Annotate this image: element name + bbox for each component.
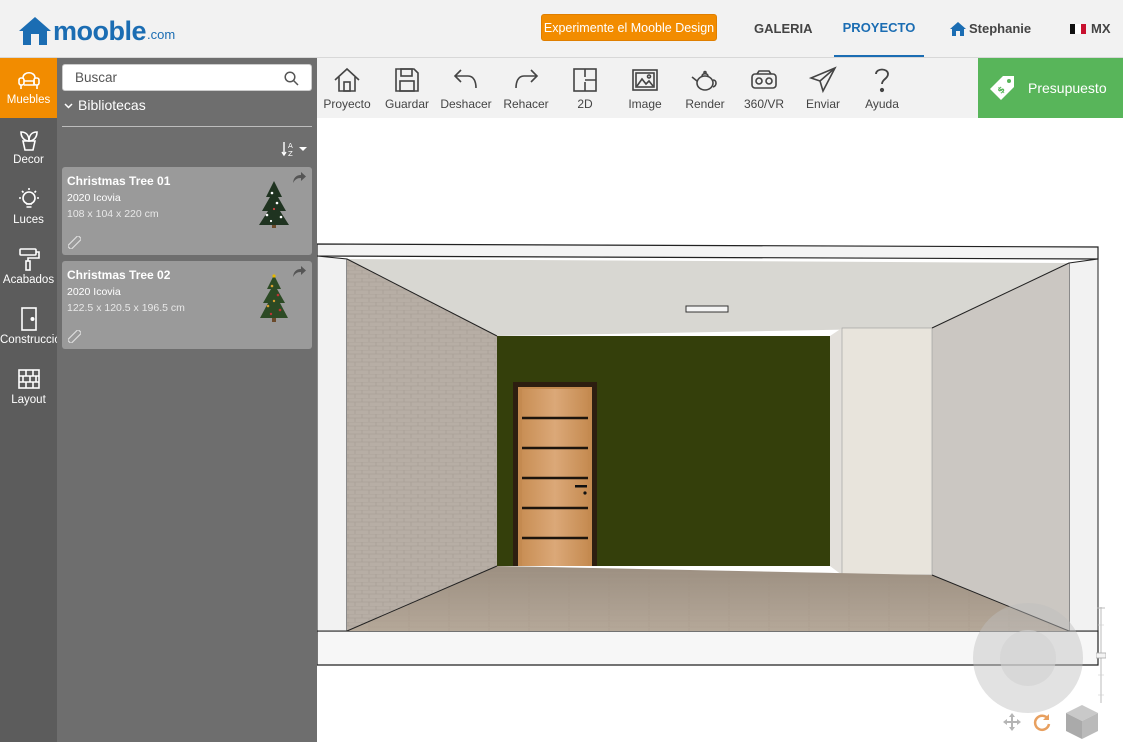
product-title: Christmas Tree 01: [67, 174, 171, 188]
2d-button[interactable]: 2D: [555, 58, 615, 118]
sidebar-item-label: Acabados: [2, 274, 55, 286]
sidebar-item-construccion[interactable]: Construcción: [0, 298, 57, 358]
view-cube-icon[interactable]: [1065, 704, 1099, 740]
undo-icon: [453, 69, 477, 89]
country-code: MX: [1091, 21, 1111, 36]
libraries-label: Bibliotecas: [78, 97, 146, 113]
guardar-button[interactable]: Guardar: [377, 58, 437, 118]
presupuesto-button[interactable]: $ Presupuesto: [978, 58, 1123, 118]
lightbulb-icon: [18, 188, 39, 208]
teapot-icon: [691, 70, 717, 91]
libraries-toggle[interactable]: Bibliotecas: [64, 97, 146, 113]
brick-wall-icon: [17, 369, 40, 389]
toolbar-label: Guardar: [384, 97, 430, 111]
search-input[interactable]: [75, 70, 275, 85]
panel-divider: [62, 126, 312, 127]
home-icon: [334, 67, 360, 92]
product-brand: 2020 Icovia: [67, 192, 121, 204]
rotate-icon[interactable]: [1032, 712, 1052, 732]
360-vr-button[interactable]: 360/VR: [734, 58, 794, 118]
paint-roller-icon: [18, 248, 40, 271]
product-card[interactable]: Christmas Tree 01 2020 Icovia 108 x 104 …: [62, 167, 312, 255]
logo-suffix: .com: [147, 27, 176, 42]
share-arrow-icon[interactable]: [293, 172, 306, 183]
proyecto-button[interactable]: Proyecto: [317, 58, 377, 118]
product-brand: 2020 Icovia: [67, 286, 121, 298]
sidebar-item-luces[interactable]: Luces: [0, 178, 57, 238]
logo-text: mooble: [53, 16, 147, 46]
share-arrow-icon[interactable]: [293, 266, 306, 277]
sidebar-item-label: Construcción: [0, 334, 57, 346]
toolbar-label: 2D: [577, 97, 593, 111]
image-button[interactable]: Image: [615, 58, 675, 118]
rehacer-button[interactable]: Rehacer: [496, 58, 556, 118]
vr-headset-icon: [751, 70, 777, 89]
svg-text:A: A: [288, 142, 293, 150]
armchair-icon: [17, 71, 40, 89]
image-icon: [632, 69, 658, 91]
mooble-logo[interactable]: mooble .com: [18, 12, 175, 46]
sidebar-item-muebles[interactable]: Muebles: [0, 58, 57, 118]
main-toolbar: Proyecto Guardar Deshacer Rehacer 2D Ima…: [317, 58, 978, 118]
floorplan-icon: [573, 68, 597, 92]
svg-text:Z: Z: [288, 150, 293, 158]
search-icon[interactable]: [284, 71, 299, 86]
ruler-icon[interactable]: [68, 236, 81, 249]
mexico-flag-icon: [1070, 23, 1086, 34]
sidebar-item-label: Muebles: [6, 94, 51, 106]
sidebar-item-acabados[interactable]: Acabados: [0, 238, 57, 298]
christmas-tree-thumbnail: [259, 181, 289, 228]
toolbar-label: Rehacer: [503, 97, 549, 111]
mooble-design-promo-button[interactable]: Experimente el Mooble Design: [541, 14, 717, 41]
house-logo-icon: [19, 17, 51, 45]
product-title: Christmas Tree 02: [67, 268, 171, 282]
sidebar-item-label: Luces: [13, 214, 44, 226]
country-selector[interactable]: MX: [1070, 0, 1111, 57]
save-icon: [395, 68, 419, 92]
nav-proyecto[interactable]: PROYECTO: [834, 0, 924, 57]
redo-icon: [515, 69, 539, 89]
toolbar-label: Image: [628, 97, 662, 111]
toolbar-label: Ayuda: [865, 97, 899, 111]
nav-galeria[interactable]: GALERIA: [754, 0, 813, 57]
joystick-handle[interactable]: [1000, 630, 1056, 686]
sidebar-item-layout[interactable]: Layout: [0, 358, 57, 418]
deshacer-button[interactable]: Deshacer: [436, 58, 496, 118]
user-menu[interactable]: Stephanie: [950, 0, 1031, 57]
toolbar-label: Enviar: [805, 97, 840, 111]
search-box[interactable]: [62, 64, 312, 91]
paper-plane-icon: [809, 66, 837, 94]
orbit-joystick[interactable]: [973, 603, 1083, 713]
ruler-icon[interactable]: [68, 330, 81, 343]
price-tag-icon: $: [990, 76, 1014, 100]
catalog-panel: Bibliotecas A Z Christmas Tree 01 2020 I…: [57, 58, 317, 742]
user-name: Stephanie: [969, 21, 1032, 36]
sidebar-item-label: Decor: [13, 154, 44, 166]
toolbar-label: Proyecto: [323, 97, 371, 111]
product-dimensions: 122.5 x 120.5 x 196.5 cm: [67, 302, 185, 314]
chevron-down-icon: [64, 102, 73, 109]
toolbar-label: Render: [685, 97, 725, 111]
toolbar-label: Deshacer: [440, 97, 492, 111]
render-button[interactable]: Render: [675, 58, 735, 118]
home-icon: [950, 21, 966, 36]
zoom-slider[interactable]: [1096, 605, 1106, 705]
christmas-tree-thumbnail: [260, 274, 288, 322]
top-header: mooble .com Experimente el Mooble Design…: [0, 0, 1123, 58]
sidebar-item-decor[interactable]: Decor: [0, 118, 57, 178]
presupuesto-label: Presupuesto: [1028, 80, 1107, 96]
toolbar-label: 360/VR: [743, 97, 785, 111]
sidebar-item-label: Layout: [11, 394, 46, 406]
plant-icon: [19, 131, 38, 151]
door-icon: [20, 307, 37, 331]
pan-move-icon[interactable]: [1002, 712, 1022, 732]
question-icon: [875, 68, 889, 93]
ayuda-button[interactable]: Ayuda: [852, 58, 912, 118]
product-card[interactable]: Christmas Tree 02 2020 Icovia 122.5 x 12…: [62, 261, 312, 349]
product-dimensions: 108 x 104 x 220 cm: [67, 208, 159, 220]
enviar-button[interactable]: Enviar: [793, 58, 853, 118]
category-sidebar: Muebles Decor Luces Acabados Construcció…: [0, 58, 57, 742]
sort-az-icon[interactable]: A Z: [281, 140, 309, 158]
